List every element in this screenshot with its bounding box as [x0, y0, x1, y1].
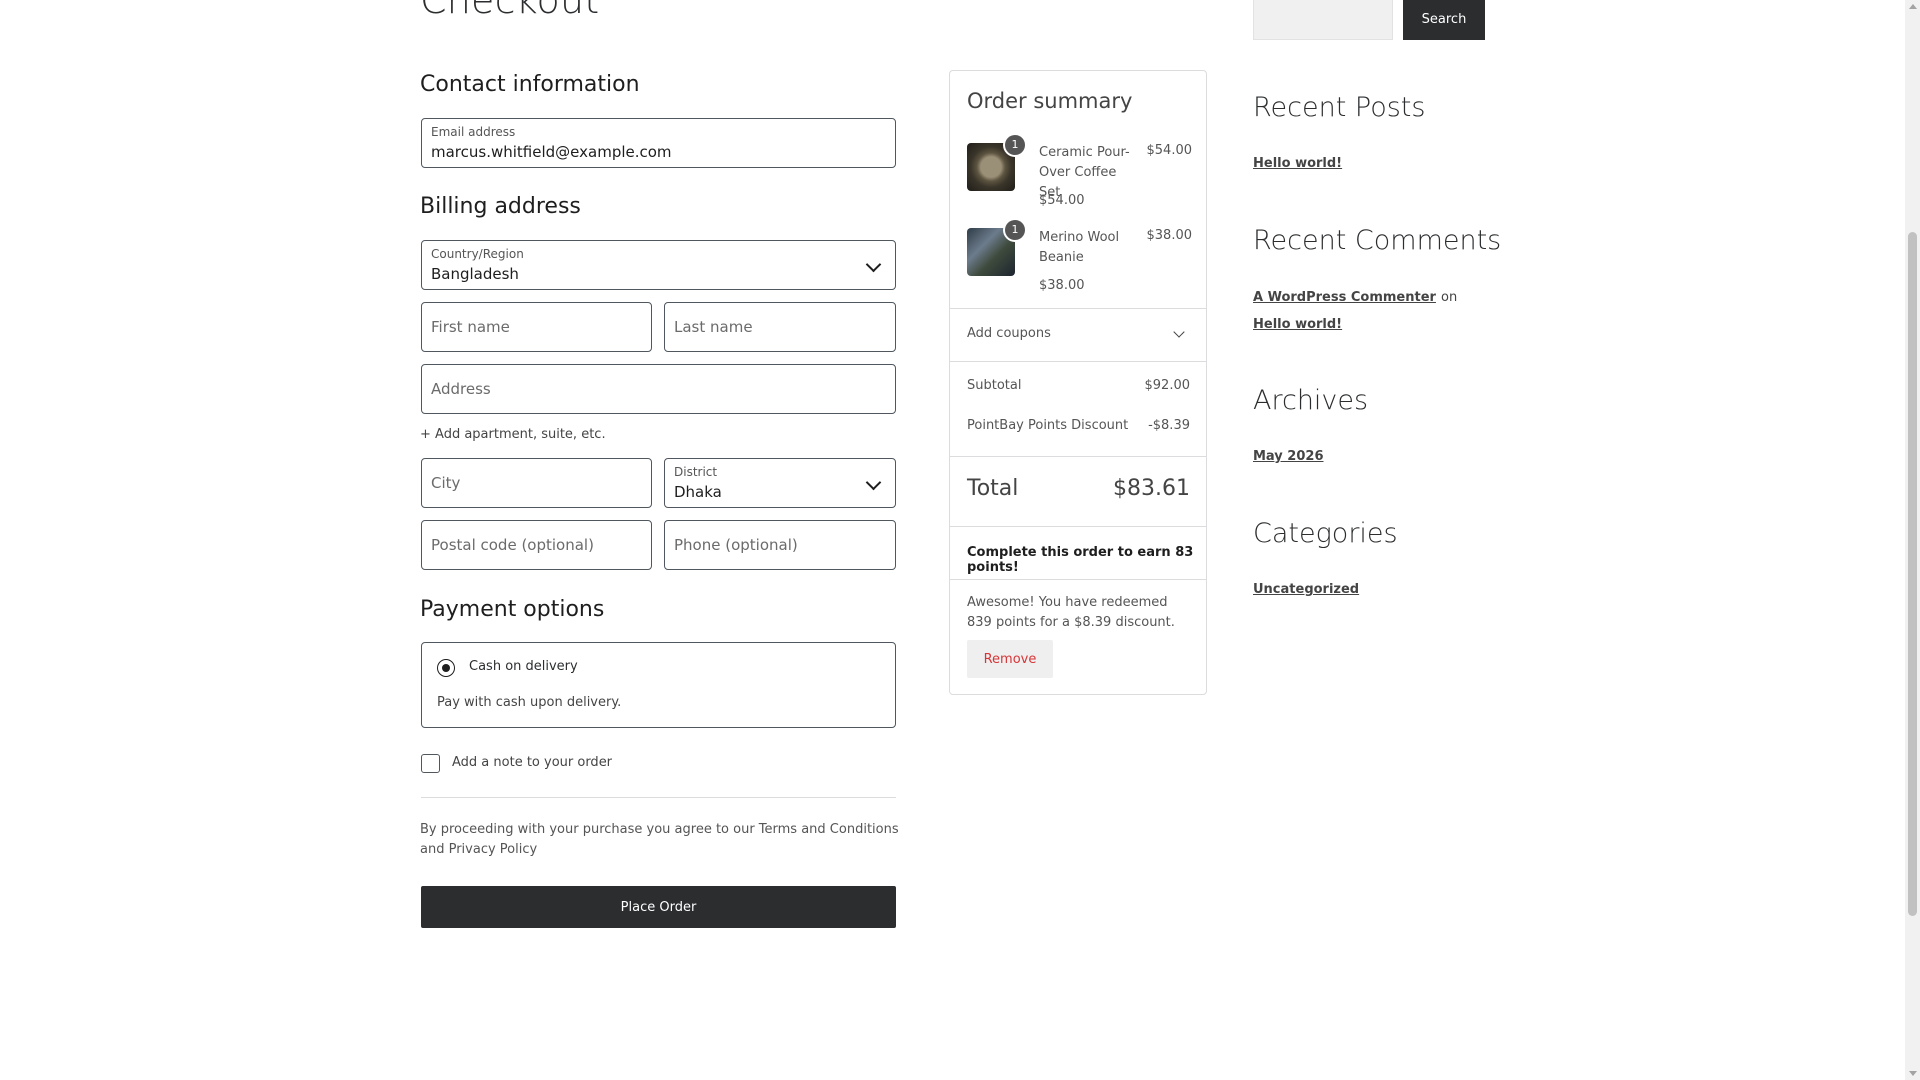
country-label: Country/Region	[431, 247, 524, 261]
subtotal-value: $92.00	[1144, 378, 1191, 393]
archives-list: May 2026	[1253, 442, 1483, 469]
archive-link[interactable]: May 2026	[1253, 449, 1324, 464]
divider	[421, 797, 896, 798]
payment-radio[interactable]	[437, 659, 455, 677]
item-name: Merino Wool Beanie	[1039, 230, 1120, 265]
payment-method-label: Cash on delivery	[469, 659, 578, 674]
categories-list: Uncategorized	[1253, 575, 1483, 602]
comment-on-text: on	[1441, 290, 1458, 305]
order-note-label: Add a note to your order	[452, 755, 613, 770]
total-label: Total	[967, 476, 1019, 501]
divider	[950, 526, 1206, 527]
phone-placeholder: Phone (optional)	[674, 536, 798, 554]
first-name-placeholder: First name	[431, 318, 510, 336]
item-unit-price: $54.00	[1039, 193, 1085, 208]
recent-posts-list: Hello world!	[1253, 149, 1483, 176]
chevron-down-icon	[865, 256, 882, 273]
order-summary-heading: Order summary	[967, 89, 1133, 113]
discount-value: -$8.39	[1148, 418, 1190, 433]
checkout-page: Checkout Contact information Email addre…	[0, 0, 1920, 1080]
scroll-down-arrow-icon[interactable]	[1909, 1071, 1917, 1076]
order-item: 1 Ceramic Pour-Over Coffee Set $54.00 $5…	[967, 135, 1193, 213]
earn-points-message: Complete this order to earn 83 points!	[967, 545, 1194, 575]
postal-code-placeholder: Postal code (optional)	[431, 536, 594, 554]
address-field[interactable]: Address	[421, 364, 896, 414]
redeem-points-message: Awesome! You have redeemed 839 points fo…	[967, 595, 1175, 630]
country-value: Bangladesh	[431, 265, 519, 283]
payment-method-description: Pay with cash upon delivery.	[437, 695, 622, 710]
categories-heading: Categories	[1253, 518, 1398, 549]
district-label: District	[674, 465, 718, 479]
remove-discount-button[interactable]: Remove	[967, 640, 1053, 678]
city-placeholder: City	[431, 474, 461, 492]
last-name-field[interactable]: Last name	[664, 302, 896, 352]
quantity-badge: 1	[1005, 135, 1025, 155]
email-value: marcus.whitfield@example.com	[431, 143, 672, 161]
district-select[interactable]: District Dhaka	[664, 458, 896, 508]
first-name-field[interactable]: First name	[421, 302, 652, 352]
item-line-total: $54.00	[1146, 143, 1193, 158]
place-order-button[interactable]: Place Order	[421, 886, 896, 928]
search-button[interactable]: Search	[1403, 0, 1485, 40]
email-label: Email address	[431, 125, 516, 139]
payment-heading: Payment options	[420, 597, 605, 622]
divider	[950, 361, 1206, 362]
order-item: 1 Merino Wool Beanie $38.00 $38.00	[967, 220, 1193, 298]
archives-heading: Archives	[1253, 385, 1369, 416]
order-summary: Order summary 1 Ceramic Pour-Over Coffee…	[949, 70, 1207, 695]
radio-selected-dot	[442, 664, 450, 672]
recent-posts-heading: Recent Posts	[1253, 92, 1426, 123]
city-field[interactable]: City	[421, 458, 652, 508]
chevron-down-icon	[865, 474, 882, 491]
billing-heading: Billing address	[420, 194, 581, 219]
terms-text: By proceeding with your purchase you agr…	[420, 822, 899, 857]
comment-post-link[interactable]: Hello world!	[1253, 317, 1342, 332]
total-value: $83.61	[1113, 476, 1190, 501]
district-value: Dhaka	[674, 483, 722, 501]
search-input[interactable]	[1253, 0, 1393, 40]
recent-comments-heading: Recent Comments	[1253, 225, 1502, 256]
add-coupons-label: Add coupons	[967, 326, 1051, 341]
country-select[interactable]: Country/Region Bangladesh	[421, 240, 896, 290]
scrollbar-thumb[interactable]	[1908, 232, 1917, 916]
add-apartment-link[interactable]: + Add apartment, suite, etc.	[420, 427, 606, 442]
category-link[interactable]: Uncategorized	[1253, 582, 1359, 597]
scroll-up-arrow-icon[interactable]	[1909, 4, 1917, 9]
address-placeholder: Address	[431, 380, 491, 398]
chevron-down-icon	[1173, 326, 1185, 338]
divider	[950, 579, 1206, 580]
item-line-total: $38.00	[1146, 228, 1193, 243]
add-coupons-toggle[interactable]: Add coupons	[950, 309, 1206, 361]
discount-label: PointBay Points Discount	[967, 418, 1129, 433]
phone-field[interactable]: Phone (optional)	[664, 520, 896, 570]
item-unit-price: $38.00	[1039, 278, 1085, 293]
order-note-checkbox[interactable]	[421, 754, 440, 773]
email-field[interactable]: Email address marcus.whitfield@example.c…	[421, 118, 896, 168]
subtotal-label: Subtotal	[967, 378, 1022, 393]
last-name-placeholder: Last name	[674, 318, 753, 336]
payment-option-cod[interactable]: Cash on delivery Pay with cash upon deli…	[421, 642, 896, 728]
recent-post-link[interactable]: Hello world!	[1253, 156, 1342, 171]
comment-author-link[interactable]: A WordPress Commenter	[1253, 290, 1436, 305]
page-title: Checkout	[420, 0, 600, 22]
divider	[950, 456, 1206, 457]
quantity-badge: 1	[1005, 220, 1025, 240]
contact-heading: Contact information	[420, 72, 640, 97]
page-scrollbar[interactable]	[1905, 0, 1920, 1080]
recent-comment-item: A WordPress Commenter on Hello world!	[1253, 283, 1483, 337]
postal-code-field[interactable]: Postal code (optional)	[421, 520, 652, 570]
